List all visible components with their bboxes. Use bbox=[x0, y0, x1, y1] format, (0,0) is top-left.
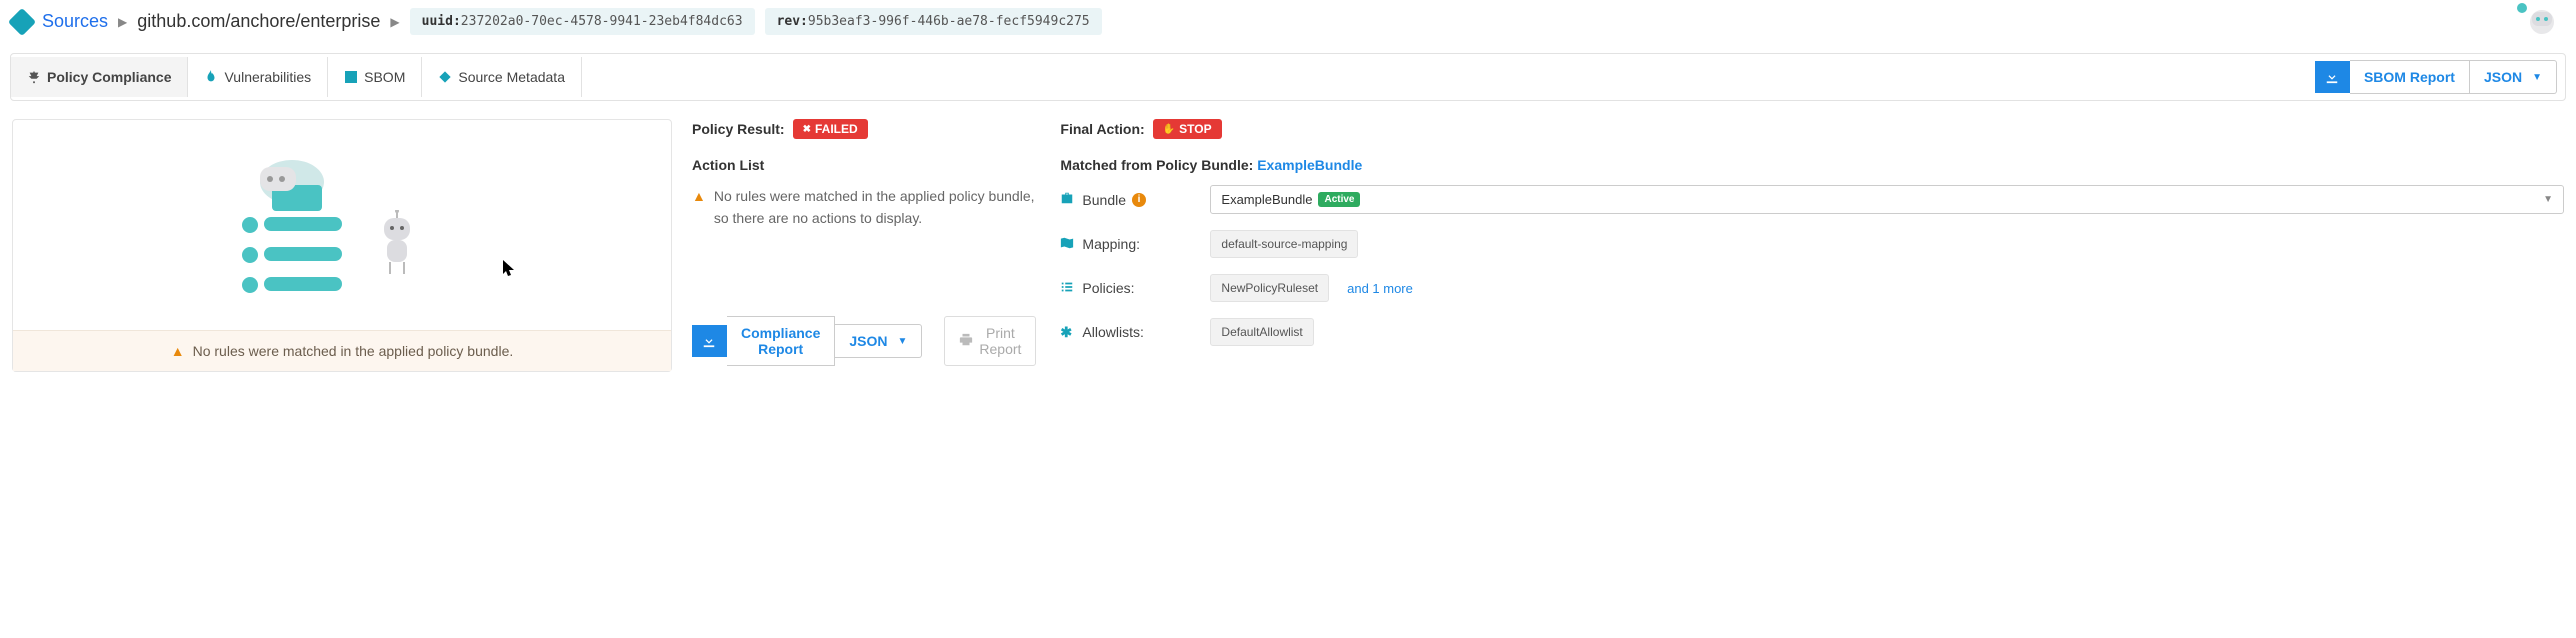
tabs-row: Policy Compliance Vulnerabilities SBOM S… bbox=[10, 53, 2566, 101]
policies-chip: NewPolicyRuleset bbox=[1210, 274, 1329, 302]
sbom-report-button-group: SBOM Report JSON ▼ bbox=[2315, 54, 2557, 100]
chevron-right-icon: ▶ bbox=[118, 15, 127, 29]
print-report-button[interactable]: Print Report bbox=[944, 316, 1036, 366]
tab-source-metadata[interactable]: Source Metadata bbox=[422, 57, 582, 97]
action-panel: Policy Result: ✖ FAILED Action List ▲ No… bbox=[692, 119, 1040, 372]
cursor-icon bbox=[503, 260, 517, 283]
main-content: ▲ No rules were matched in the applied p… bbox=[0, 101, 2576, 390]
empty-state-body bbox=[13, 120, 671, 330]
allowlists-label-row: ✱ Allowlists: bbox=[1060, 324, 1200, 341]
policy-result-value: FAILED bbox=[815, 122, 858, 136]
bundle-select[interactable]: ExampleBundle Active ▼ bbox=[1210, 185, 2564, 214]
asterisk-icon: ✱ bbox=[1060, 324, 1076, 341]
json-label: JSON bbox=[849, 333, 887, 349]
hand-icon-stop: ✋ bbox=[1163, 124, 1175, 135]
download-icon-button[interactable] bbox=[2315, 61, 2350, 93]
mascot-illustration bbox=[2506, 0, 2566, 45]
caret-down-icon: ▼ bbox=[897, 336, 907, 347]
allowlists-chip: DefaultAllowlist bbox=[1210, 318, 1313, 346]
mapping-chip: default-source-mapping bbox=[1210, 230, 1358, 258]
final-action-badge: ✋ STOP bbox=[1153, 119, 1222, 139]
sbom-report-button[interactable]: SBOM Report bbox=[2350, 60, 2470, 94]
print-report-label: Print Report bbox=[979, 325, 1021, 357]
breadcrumb: Sources ▶ github.com/anchore/enterprise … bbox=[0, 0, 2576, 43]
policies-label: Policies: bbox=[1082, 280, 1134, 296]
printer-icon bbox=[959, 333, 973, 350]
mapping-label-row: Mapping: bbox=[1060, 236, 1200, 253]
empty-state-footer: ▲ No rules were matched in the applied p… bbox=[13, 330, 671, 371]
empty-state-panel: ▲ No rules were matched in the applied p… bbox=[12, 119, 672, 372]
flame-icon bbox=[204, 70, 218, 84]
matched-bundle-link[interactable]: ExampleBundle bbox=[1257, 157, 1362, 173]
active-badge: Active bbox=[1318, 192, 1360, 207]
uuid-value: 237202a0-70ec-4578-9941-23eb4f84dc63 bbox=[461, 14, 743, 29]
tab-vulnerabilities[interactable]: Vulnerabilities bbox=[188, 57, 328, 97]
rev-value: 95b3eaf3-996f-446b-ae78-fecf5949c275 bbox=[808, 14, 1090, 29]
tab-label: Source Metadata bbox=[458, 69, 565, 85]
json-dropdown-button[interactable]: JSON ▼ bbox=[2470, 60, 2557, 94]
warning-icon: ▲ bbox=[692, 188, 706, 204]
action-list-title: Action List bbox=[692, 157, 1040, 173]
map-icon bbox=[1060, 236, 1076, 253]
policies-more-link[interactable]: and 1 more bbox=[1347, 281, 1413, 296]
policy-result-badge: ✖ FAILED bbox=[793, 119, 868, 139]
uuid-pill: uuid:237202a0-70ec-4578-9941-23eb4f84dc6… bbox=[410, 8, 755, 35]
action-list-message: ▲ No rules were matched in the applied p… bbox=[692, 185, 1040, 230]
empty-state-illustration bbox=[242, 155, 442, 295]
briefcase-icon bbox=[1060, 191, 1076, 208]
breadcrumb-root-link[interactable]: Sources bbox=[42, 11, 108, 32]
bundle-select-value: ExampleBundle bbox=[1221, 192, 1312, 207]
breadcrumb-repo-path: github.com/anchore/enterprise bbox=[137, 11, 380, 32]
warning-icon: ▲ bbox=[171, 343, 185, 359]
final-action-label: Final Action: bbox=[1060, 121, 1144, 137]
caret-down-icon: ▼ bbox=[2532, 72, 2542, 83]
bundle-panel: Final Action: ✋ STOP Matched from Policy… bbox=[1060, 119, 2564, 372]
compliance-report-button-group: Compliance Report JSON ▼ bbox=[692, 310, 922, 372]
tab-label: SBOM bbox=[364, 69, 405, 85]
tab-policy-compliance[interactable]: Policy Compliance bbox=[11, 57, 188, 97]
rev-label: rev: bbox=[777, 14, 808, 29]
matched-label: Matched from Policy Bundle: bbox=[1060, 157, 1253, 173]
chevron-right-icon: ▶ bbox=[390, 15, 399, 29]
tab-label: Policy Compliance bbox=[47, 69, 171, 85]
empty-state-message: No rules were matched in the applied pol… bbox=[193, 343, 514, 359]
compliance-report-button[interactable]: Compliance Report bbox=[727, 316, 835, 366]
action-list-text: No rules were matched in the applied pol… bbox=[714, 185, 1041, 230]
json-dropdown-button[interactable]: JSON ▼ bbox=[835, 324, 922, 358]
tab-sbom[interactable]: SBOM bbox=[328, 57, 422, 97]
policy-result-label: Policy Result: bbox=[692, 121, 785, 137]
json-label: JSON bbox=[2484, 69, 2522, 85]
matched-bundle-title: Matched from Policy Bundle: ExampleBundl… bbox=[1060, 157, 2564, 173]
tab-label: Vulnerabilities bbox=[224, 69, 311, 85]
scales-icon bbox=[27, 70, 41, 84]
app-logo-icon bbox=[8, 7, 36, 35]
rev-pill: rev:95b3eaf3-996f-446b-ae78-fecf5949c275 bbox=[765, 8, 1102, 35]
bundle-label-row: Bundle i bbox=[1060, 191, 1200, 208]
uuid-label: uuid: bbox=[422, 14, 461, 29]
allowlists-label: Allowlists: bbox=[1082, 324, 1143, 340]
bundle-label: Bundle bbox=[1082, 192, 1126, 208]
list-icon bbox=[1060, 280, 1076, 297]
mapping-label: Mapping: bbox=[1082, 236, 1140, 252]
diamond-icon bbox=[438, 70, 452, 84]
info-icon[interactable]: i bbox=[1132, 193, 1146, 207]
final-action-value: STOP bbox=[1179, 122, 1211, 136]
x-circle-icon: ✖ bbox=[803, 124, 811, 135]
download-icon-button[interactable] bbox=[692, 325, 727, 357]
caret-down-icon: ▼ bbox=[2543, 194, 2553, 205]
policies-label-row: Policies: bbox=[1060, 280, 1200, 297]
square-icon bbox=[344, 70, 358, 84]
